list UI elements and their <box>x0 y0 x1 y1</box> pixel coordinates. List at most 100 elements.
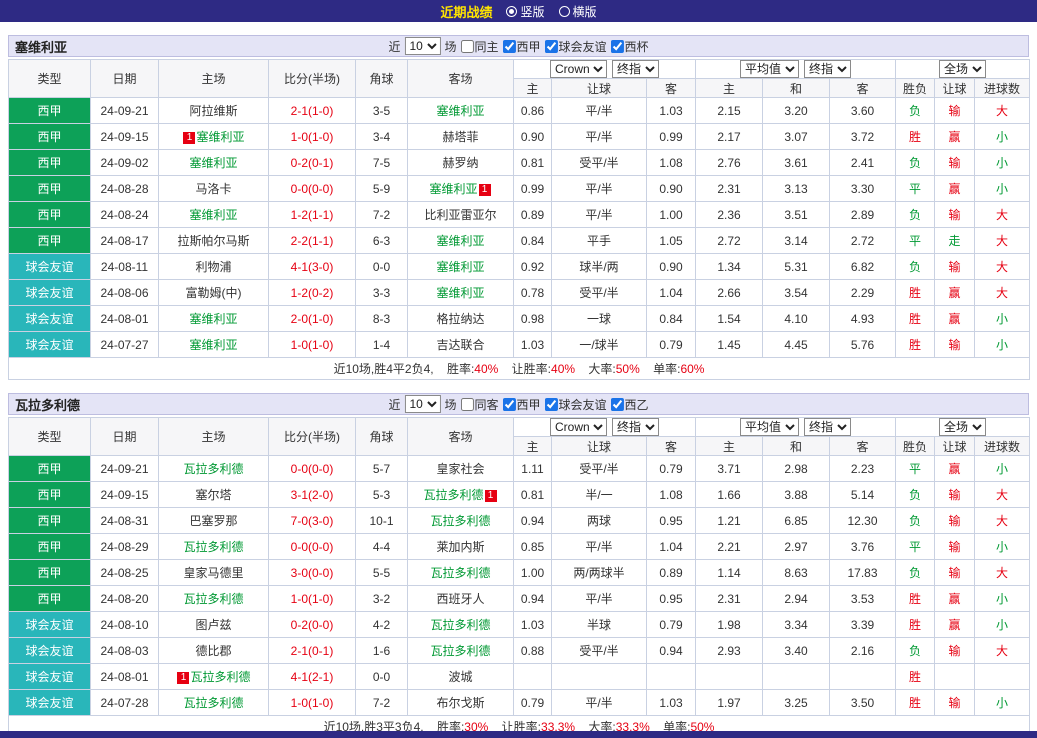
column-header-goals: 进球数 <box>975 79 1030 98</box>
away-team-cell: 格拉纳达 <box>408 306 514 332</box>
league-type-cell: 西甲 <box>9 482 91 508</box>
avg-draw-cell: 3.20 <box>763 98 830 124</box>
league-option-liga[interactable]: 西甲 <box>503 396 541 413</box>
scope-select[interactable]: 全场 <box>939 60 986 78</box>
score-cell: 2-1(1-0) <box>269 98 356 124</box>
match-row: 球会友谊24-08-11利物浦4-1(3-0)0-0塞维利亚0.92球半/两0.… <box>9 254 1030 280</box>
away-odds-cell: 1.08 <box>647 482 696 508</box>
layout-horizontal-radio[interactable] <box>559 6 570 17</box>
avg-draw-cell: 4.10 <box>763 306 830 332</box>
handicap-cell: 半球 <box>552 612 647 638</box>
home-odds-cell: 0.86 <box>514 98 552 124</box>
league-label-cup: 西杯 <box>625 38 649 55</box>
avg-draw-cell: 4.45 <box>763 332 830 358</box>
team-name: 吉达联合 <box>436 338 484 352</box>
result-cell: 平 <box>896 228 935 254</box>
away-odds-cell: 1.04 <box>647 534 696 560</box>
away-team-cell: 皇家社会 <box>408 456 514 482</box>
table-body: 西甲24-09-21阿拉维斯2-1(1-0)3-5塞维利亚0.86平/半1.03… <box>9 98 1030 358</box>
match-count-select[interactable]: 10 <box>404 395 440 413</box>
section-header: 塞维利亚 近 10 场 同主 西甲 球会友谊 西杯 <box>8 35 1029 57</box>
league-checkbox-liga[interactable] <box>503 398 516 411</box>
avg-draw-cell: 3.25 <box>763 690 830 716</box>
league-type-cell: 西甲 <box>9 508 91 534</box>
corner-cell: 8-3 <box>356 306 408 332</box>
handicap-cell: 受平/半 <box>552 150 647 176</box>
same-venue-option[interactable]: 同主 <box>460 38 498 55</box>
scope-select[interactable]: 全场 <box>939 418 986 436</box>
handicap-cell: 两球 <box>552 508 647 534</box>
home-team-cell: 拉斯帕尔马斯 <box>159 228 269 254</box>
away-odds-cell: 0.90 <box>647 254 696 280</box>
odds-stage-select[interactable]: 终指 <box>612 418 659 436</box>
avg-home-cell: 1.45 <box>696 332 763 358</box>
away-odds-cell: 0.90 <box>647 176 696 202</box>
corner-cell: 5-3 <box>356 482 408 508</box>
layout-vertical-radio[interactable] <box>506 6 517 17</box>
league-option-friendly[interactable]: 球会友谊 <box>545 38 607 55</box>
away-team-cell: 瓦拉多利德1 <box>408 482 514 508</box>
column-header-avg-home: 主 <box>696 437 763 456</box>
team-name: 瓦拉多利德 <box>183 696 243 710</box>
same-venue-checkbox[interactable] <box>460 40 473 53</box>
average-stage-select[interactable]: 终指 <box>804 418 851 436</box>
odds-stage-select[interactable]: 终指 <box>612 60 659 78</box>
avg-home-cell: 2.31 <box>696 176 763 202</box>
league-checkbox-friendly[interactable] <box>545 40 558 53</box>
avg-away-cell: 5.14 <box>830 482 896 508</box>
league-checkbox-segunda[interactable] <box>611 398 624 411</box>
average-select[interactable]: 平均值 <box>740 418 799 436</box>
home-odds-cell <box>514 664 552 690</box>
date-cell: 24-09-21 <box>91 98 159 124</box>
handicap-result-cell: 赢 <box>935 124 975 150</box>
goals-cell: 大 <box>975 202 1030 228</box>
red-card-badge: 1 <box>485 490 497 502</box>
avg-away-cell: 3.39 <box>830 612 896 638</box>
average-select[interactable]: 平均值 <box>740 60 799 78</box>
average-odds-group: 平均值 终指 <box>696 60 896 79</box>
league-checkbox-cup[interactable] <box>611 40 624 53</box>
home-odds-cell: 0.78 <box>514 280 552 306</box>
league-option-liga[interactable]: 西甲 <box>503 38 541 55</box>
league-checkbox-liga[interactable] <box>503 40 516 53</box>
team-section-valladolid: 瓦拉多利德 近 10 场 同客 西甲 球会友谊 西乙 <box>8 393 1029 738</box>
league-option-friendly[interactable]: 球会友谊 <box>545 396 607 413</box>
home-team-cell: 图卢兹 <box>159 612 269 638</box>
bookmaker-select[interactable]: Crown <box>550 418 607 436</box>
home-team-cell: 瓦拉多利德 <box>159 586 269 612</box>
date-cell: 24-09-15 <box>91 124 159 150</box>
match-count-select[interactable]: 10 <box>404 37 440 55</box>
column-header-score: 比分(半场) <box>269 60 356 98</box>
home-team-cell: 塞尔塔 <box>159 482 269 508</box>
same-venue-option[interactable]: 同客 <box>460 396 498 413</box>
avg-draw-cell: 3.88 <box>763 482 830 508</box>
result-cell: 胜 <box>896 124 935 150</box>
league-label-liga: 西甲 <box>517 38 541 55</box>
league-option-segunda[interactable]: 西乙 <box>611 396 649 413</box>
away-team-cell: 瓦拉多利德 <box>408 508 514 534</box>
layout-vertical-option[interactable]: 竖版 <box>506 3 544 20</box>
match-row: 球会友谊24-07-28瓦拉多利德1-0(1-0)7-2布尔戈斯0.79平/半1… <box>9 690 1030 716</box>
away-odds-cell: 1.05 <box>647 228 696 254</box>
avg-draw-cell: 2.94 <box>763 586 830 612</box>
team-name: 拉斯帕尔马斯 <box>177 234 249 248</box>
home-team-cell: 1塞维利亚 <box>159 124 269 150</box>
league-checkbox-friendly[interactable] <box>545 398 558 411</box>
same-venue-checkbox[interactable] <box>460 398 473 411</box>
layout-horizontal-option[interactable]: 横版 <box>559 3 597 20</box>
average-stage-select[interactable]: 终指 <box>804 60 851 78</box>
date-cell: 24-08-03 <box>91 638 159 664</box>
page-title: 近期战绩 <box>440 2 492 21</box>
away-team-cell: 塞维利亚 <box>408 228 514 254</box>
summary-handicap-label: 让胜率: <box>512 362 551 376</box>
team-name: 塞维利亚 <box>189 312 237 326</box>
team-name: 利物浦 <box>195 260 231 274</box>
team-name: 比利亚雷亚尔 <box>424 208 496 222</box>
avg-away-cell: 2.89 <box>830 202 896 228</box>
match-row: 西甲24-08-20瓦拉多利德1-0(1-0)3-2西班牙人0.94平/半0.9… <box>9 586 1030 612</box>
score-cell: 3-0(0-0) <box>269 560 356 586</box>
league-option-cup[interactable]: 西杯 <box>611 38 649 55</box>
result-cell: 平 <box>896 456 935 482</box>
handicap-cell: 受平/半 <box>552 638 647 664</box>
bookmaker-select[interactable]: Crown <box>550 60 607 78</box>
